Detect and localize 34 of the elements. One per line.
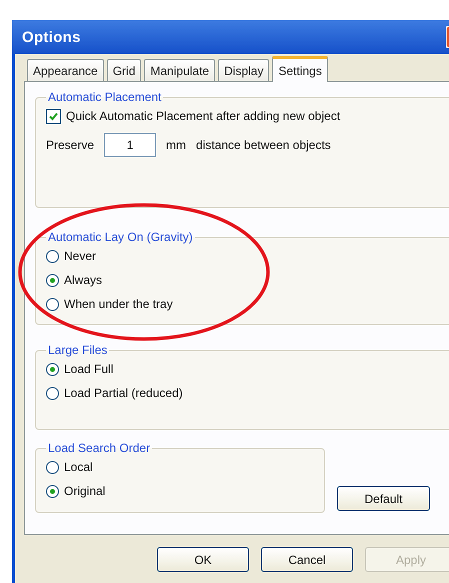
radio-label: Always — [64, 273, 102, 287]
radio-button[interactable] — [46, 484, 59, 498]
group-title: Automatic Lay On (Gravity) — [47, 230, 194, 244]
radio-label: Load Partial (reduced) — [64, 386, 183, 400]
default-button[interactable]: Default — [337, 486, 430, 511]
tab[interactable]: Grid — [106, 59, 142, 81]
group-title: Load Search Order — [47, 441, 152, 455]
window-title: Options — [22, 28, 81, 46]
dialog-button[interactable]: OK — [157, 547, 249, 572]
tab[interactable]: Appearance — [27, 59, 104, 81]
radio-label: Never — [64, 249, 96, 263]
checkmark-icon — [49, 112, 58, 120]
radio-button[interactable] — [46, 250, 59, 262]
checkbox-label: Quick Automatic Placement after adding new object — [66, 109, 340, 123]
tab[interactable]: Manipulate — [144, 59, 216, 81]
group-title: Automatic Placement — [47, 90, 162, 104]
unit-label: mm — [166, 138, 186, 152]
tab[interactable]: Settings — [272, 56, 328, 82]
radio-button[interactable] — [46, 460, 59, 474]
radio-button[interactable] — [46, 298, 59, 310]
radio-label: Local — [64, 460, 93, 474]
radio-label: When under the tray — [64, 297, 173, 311]
radio-button[interactable] — [46, 362, 59, 376]
radio-label: Load Full — [64, 362, 114, 376]
checkbox[interactable] — [46, 108, 61, 124]
field-label: Preserve — [46, 138, 94, 152]
group-title: Large Files — [47, 343, 108, 357]
tab[interactable]: Display — [218, 59, 270, 81]
field-description: distance between objects — [196, 138, 331, 152]
number-field[interactable]: 1 — [104, 132, 156, 156]
dialog-button[interactable]: Cancel — [261, 547, 353, 572]
radio-button[interactable] — [46, 386, 59, 400]
radio-button[interactable] — [46, 274, 59, 286]
radio-label: Original — [64, 484, 106, 498]
